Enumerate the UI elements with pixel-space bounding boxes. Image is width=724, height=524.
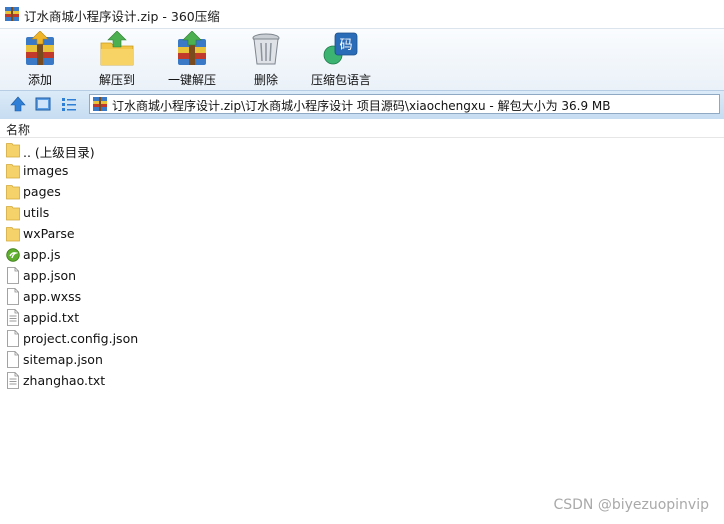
zip-archive-icon	[93, 97, 107, 111]
archive-language-button[interactable]: 码 压缩包语言	[306, 31, 376, 87]
folder-icon	[6, 141, 20, 158]
file-name: zhanghao.txt	[23, 373, 106, 388]
one-click-extract-label: 一键解压	[167, 73, 216, 87]
address-bar-row: 订水商城小程序设计.zip\订水商城小程序设计 项目源码\xiaochengxu…	[0, 90, 724, 120]
add-label: 添加	[27, 73, 52, 87]
file-name: .. (上级目录)	[23, 145, 95, 160]
file-row[interactable]: zhanghao.txt	[0, 370, 724, 391]
file-icon	[6, 351, 20, 368]
file-name: sitemap.json	[23, 352, 103, 367]
encoding-icon: 码	[323, 32, 358, 65]
folder-icon	[6, 162, 20, 179]
file-icon	[6, 288, 20, 305]
file-name: wxParse	[23, 226, 75, 241]
file-name: images	[23, 163, 69, 178]
folder-icon	[6, 183, 20, 200]
title-bar: 订水商城小程序设计.zip - 360压缩	[0, 0, 724, 29]
column-header: 名称	[0, 119, 724, 138]
thumbnail-view-icon[interactable]	[35, 96, 51, 112]
folder-icon	[6, 225, 20, 242]
file-row[interactable]: utils	[0, 202, 724, 223]
list-view-icon[interactable]	[61, 96, 77, 112]
up-arrow-icon[interactable]	[10, 96, 26, 112]
extract-folder-icon	[100, 31, 134, 66]
file-name: app.json	[23, 268, 77, 283]
file-row[interactable]: project.config.json	[0, 328, 724, 349]
file-row[interactable]: wxParse	[0, 223, 724, 244]
trash-icon	[252, 33, 280, 65]
file-name: appid.txt	[23, 310, 80, 325]
file-name: project.config.json	[23, 331, 139, 346]
file-icon	[6, 267, 20, 284]
extract-to-button[interactable]: 解压到	[92, 31, 142, 87]
delete-button[interactable]: 删除	[246, 31, 286, 87]
one-click-extract-button[interactable]: 一键解压	[164, 31, 220, 87]
file-name: pages	[23, 184, 61, 199]
file-row[interactable]: .. (上级目录)	[0, 139, 724, 160]
text-file-icon	[6, 372, 20, 389]
address-field[interactable]: 订水商城小程序设计.zip\订水商城小程序设计 项目源码\xiaochengxu…	[89, 94, 720, 114]
file-list: .. (上级目录) images pages utils wxParse app.js ap…	[0, 139, 724, 391]
file-row[interactable]: sitemap.json	[0, 349, 724, 370]
toolbar: 添加 解压到 一键解压 删除 码 压缩包语言	[0, 29, 724, 90]
one-click-extract-icon	[178, 31, 206, 65]
file-name: utils	[23, 205, 50, 220]
address-path: 订水商城小程序设计.zip\订水商城小程序设计 项目源码\xiaochengxu…	[112, 99, 611, 113]
text-file-icon	[6, 309, 20, 326]
folder-icon	[6, 204, 20, 221]
file-name: app.wxss	[23, 289, 82, 304]
watermark: CSDN @biyezuopinvip	[553, 497, 709, 513]
archive-app-icon	[5, 7, 19, 21]
extract-to-label: 解压到	[98, 73, 135, 87]
file-row[interactable]: pages	[0, 181, 724, 202]
window-title: 订水商城小程序设计.zip - 360压缩	[24, 9, 220, 24]
add-button[interactable]: 添加	[16, 31, 64, 87]
javascript-file-icon	[6, 246, 20, 263]
file-row[interactable]: app.wxss	[0, 286, 724, 307]
file-row[interactable]: app.json	[0, 265, 724, 286]
file-icon	[6, 330, 20, 347]
file-row[interactable]: appid.txt	[0, 307, 724, 328]
archive-language-label: 压缩包语言	[310, 73, 371, 87]
file-row[interactable]: app.js	[0, 244, 724, 265]
encoding-icon-glyph: 码	[339, 38, 352, 53]
file-name: app.js	[23, 247, 61, 262]
file-row[interactable]: images	[0, 160, 724, 181]
column-name-header[interactable]: 名称	[6, 121, 30, 138]
delete-label: 删除	[253, 73, 278, 87]
add-archive-icon	[26, 31, 54, 65]
